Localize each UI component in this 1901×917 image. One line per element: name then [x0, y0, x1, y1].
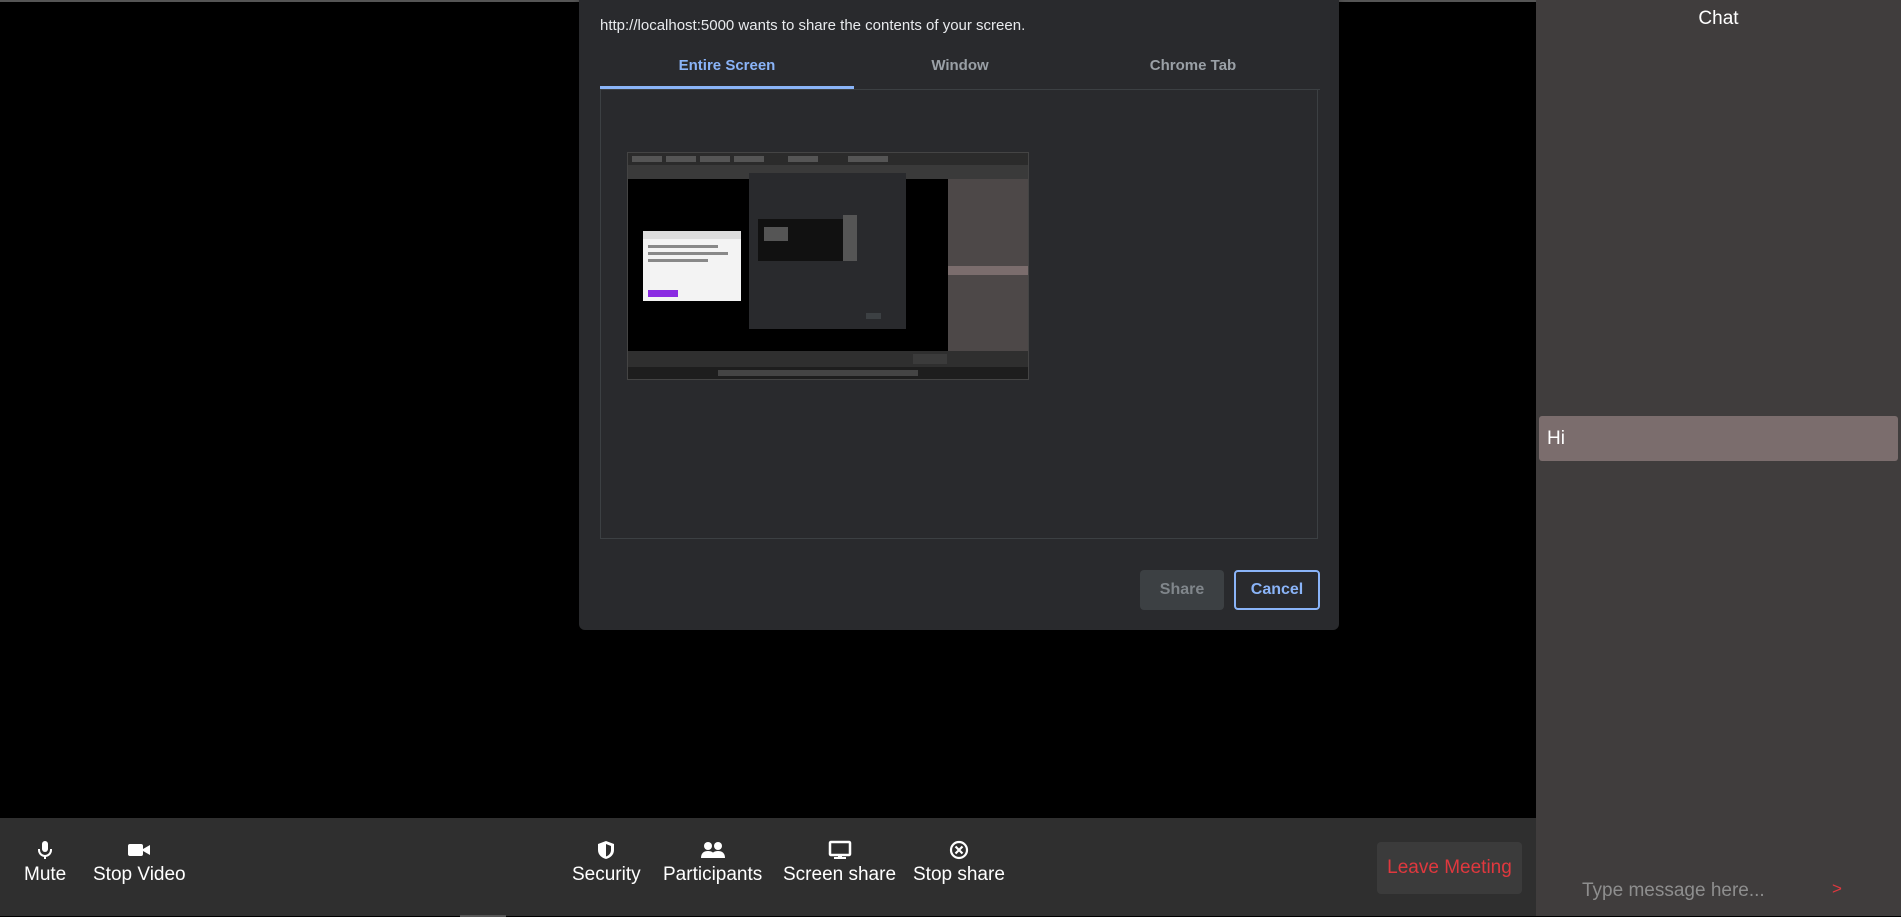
tab-window[interactable]: Window [833, 55, 1087, 89]
chat-title: Chat [1698, 8, 1739, 29]
chat-message-input[interactable] [1580, 875, 1824, 907]
security-button[interactable]: Security [572, 840, 641, 886]
tab-entire-screen[interactable]: Entire Screen [600, 55, 854, 89]
participants-label: Participants [663, 864, 763, 885]
meeting-toolbar: Mute Stop Video Security Participants Sc… [0, 818, 1536, 917]
video-camera-icon [128, 844, 151, 856]
people-icon [700, 842, 725, 858]
dialog-message: http://localhost:5000 wants to share the… [600, 17, 1026, 34]
microphone-icon [38, 841, 53, 859]
cancel-button[interactable]: Cancel [1234, 570, 1320, 610]
mute-label: Mute [24, 864, 67, 885]
share-source-panel [600, 89, 1318, 539]
monitor-icon [828, 840, 851, 859]
screen-share-dialog: http://localhost:5000 wants to share the… [579, 0, 1339, 630]
participants-button[interactable]: Participants [663, 840, 762, 886]
close-circle-icon [949, 840, 969, 860]
screen-preview-image [628, 153, 1028, 379]
entire-screen-thumbnail[interactable] [627, 152, 1029, 380]
chat-input-row: > [1536, 875, 1901, 907]
mute-button[interactable]: Mute [24, 840, 66, 886]
shield-icon [598, 841, 615, 859]
screen-share-button[interactable]: Screen share [783, 840, 896, 886]
stop-share-label: Stop share [913, 864, 1005, 885]
chat-message: Hi [1539, 416, 1898, 461]
security-label: Security [572, 864, 641, 885]
share-source-tabs: Entire Screen Window Chrome Tab [600, 55, 1320, 90]
share-button[interactable]: Share [1140, 570, 1224, 610]
tab-chrome-tab[interactable]: Chrome Tab [1066, 55, 1320, 89]
stop-video-button[interactable]: Stop Video [93, 840, 186, 886]
stop-share-button[interactable]: Stop share [913, 840, 1005, 886]
screen-share-label: Screen share [783, 864, 897, 885]
send-button[interactable]: > [1832, 879, 1842, 899]
chat-panel: Chat Hi > [1536, 0, 1901, 916]
stop-video-label: Stop Video [93, 864, 186, 885]
chat-message-text: Hi [1547, 427, 1565, 449]
leave-meeting-button[interactable]: Leave Meeting [1377, 842, 1522, 894]
